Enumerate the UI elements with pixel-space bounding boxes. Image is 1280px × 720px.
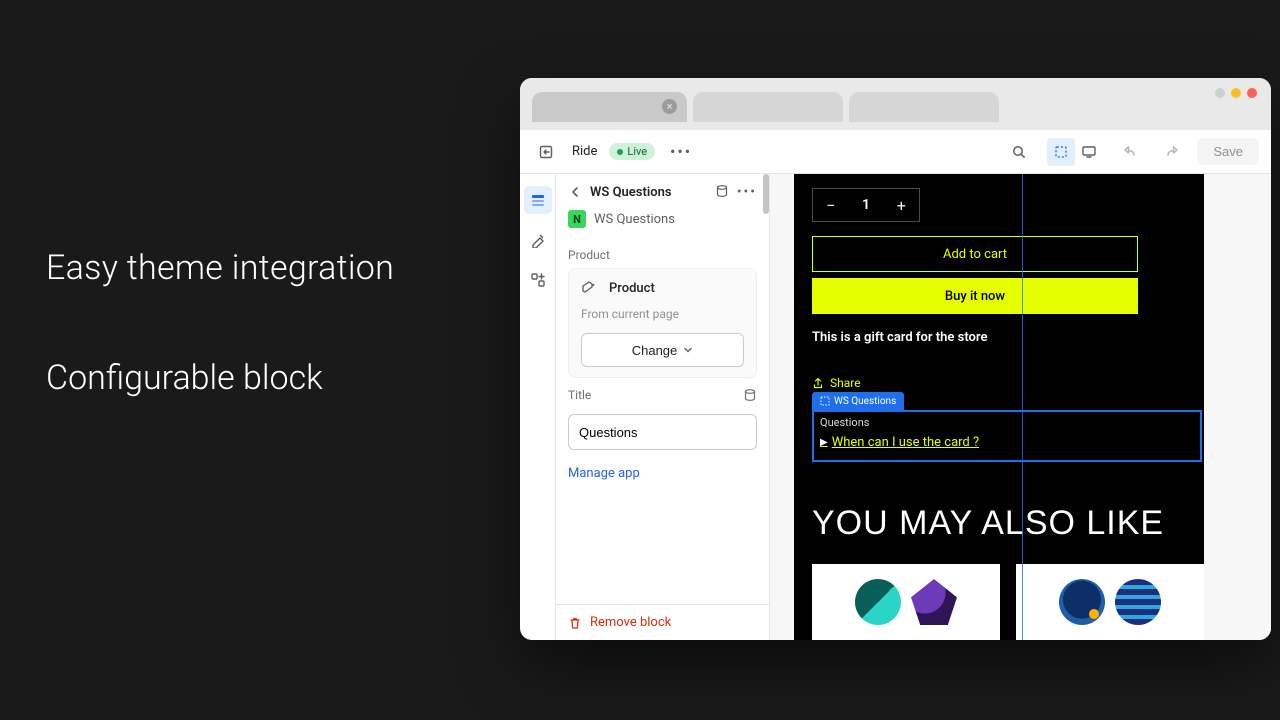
product-thumb-icon xyxy=(855,579,901,625)
change-product-button[interactable]: Change xyxy=(581,333,744,367)
product-description: This is a gift card for the store xyxy=(812,330,987,345)
app-window: × Ride Live ••• Save xyxy=(520,78,1271,640)
more-menu-button[interactable]: ••• xyxy=(667,138,695,166)
share-label: Share xyxy=(830,376,861,390)
save-button[interactable]: Save xyxy=(1197,138,1259,165)
remove-block-label: Remove block xyxy=(590,615,671,630)
product-card[interactable] xyxy=(812,564,1000,640)
section-title-text: Title xyxy=(568,388,591,402)
browser-tabstrip: × xyxy=(520,78,1271,130)
product-thumb-icon xyxy=(1059,579,1105,625)
alignment-guide xyxy=(1022,174,1023,640)
viewport-desktop-button[interactable] xyxy=(1075,138,1103,166)
section-label-title: Title xyxy=(556,378,769,408)
you-may-also-like-heading: YOU MAY ALSO LIKE xyxy=(812,504,1164,543)
search-button[interactable] xyxy=(1005,138,1033,166)
panel-scrollbar[interactable] xyxy=(763,174,769,604)
ws-questions-badge[interactable]: WS Questions xyxy=(812,392,904,410)
browser-tab[interactable] xyxy=(693,92,843,122)
window-close-icon[interactable] xyxy=(1247,88,1257,98)
panel-title: WS Questions xyxy=(590,185,707,200)
share-icon xyxy=(812,377,824,389)
product-picker-card: Product From current page Change xyxy=(568,268,757,378)
window-minimize-icon[interactable] xyxy=(1215,88,1225,98)
product-source-sub: From current page xyxy=(581,307,744,321)
undo-button[interactable] xyxy=(1117,138,1145,166)
product-thumb-icon xyxy=(911,579,957,625)
ws-badge-label: WS Questions xyxy=(834,396,896,407)
rail-sections-button[interactable] xyxy=(524,186,552,214)
tab-close-icon[interactable]: × xyxy=(662,99,677,114)
preview-device: − 1 + Add to cart Buy it now This is a g… xyxy=(794,174,1204,640)
viewport-mobile-button[interactable] xyxy=(1047,138,1075,166)
theme-name: Ride xyxy=(572,144,597,159)
database-icon[interactable] xyxy=(715,184,729,200)
question-item[interactable]: When can I use the card ? xyxy=(820,435,1194,450)
remove-block-button[interactable]: Remove block xyxy=(556,604,769,640)
browser-tab[interactable] xyxy=(849,92,999,122)
product-card[interactable] xyxy=(1016,564,1204,640)
app-source-row[interactable]: N WS Questions xyxy=(556,208,769,238)
live-badge: Live xyxy=(609,143,655,160)
quantity-stepper[interactable]: − 1 + xyxy=(812,188,920,222)
questions-heading: Questions xyxy=(820,416,1194,429)
viewport-switcher xyxy=(1045,136,1105,168)
block-icon xyxy=(820,396,830,406)
change-label: Change xyxy=(632,343,678,358)
buy-now-button[interactable]: Buy it now xyxy=(812,278,1138,314)
left-rail xyxy=(520,174,556,640)
window-maximize-icon[interactable] xyxy=(1231,88,1241,98)
product-icon xyxy=(581,279,599,297)
app-logo-icon: N xyxy=(568,210,586,228)
exit-editor-button[interactable] xyxy=(532,138,560,166)
product-name: Product xyxy=(609,281,655,296)
back-button[interactable] xyxy=(568,185,582,199)
app-source-name: WS Questions xyxy=(594,212,675,227)
ws-questions-block[interactable]: Questions When can I use the card ? xyxy=(812,410,1202,462)
product-thumb-icon xyxy=(1115,579,1161,625)
rail-theme-settings-button[interactable] xyxy=(524,226,552,254)
rail-app-embeds-button[interactable] xyxy=(524,266,552,294)
window-controls xyxy=(1215,88,1257,98)
settings-panel: WS Questions ••• N WS Questions Product … xyxy=(556,174,770,640)
panel-header: WS Questions ••• xyxy=(556,174,769,208)
marketing-line-1: Easy theme integration xyxy=(46,248,486,288)
section-label-product: Product xyxy=(556,238,769,268)
qty-value: 1 xyxy=(848,189,883,221)
title-input[interactable] xyxy=(568,414,757,450)
panel-more-button[interactable]: ••• xyxy=(737,184,757,200)
caret-down-icon xyxy=(683,345,693,355)
browser-tab-active[interactable]: × xyxy=(532,92,687,122)
editor-toolbar: Ride Live ••• Save xyxy=(520,130,1271,174)
share-button[interactable]: Share xyxy=(812,376,861,390)
trash-icon xyxy=(568,616,582,630)
dynamic-source-icon[interactable] xyxy=(743,388,757,402)
preview-area: − 1 + Add to cart Buy it now This is a g… xyxy=(770,174,1271,640)
qty-plus-button[interactable]: + xyxy=(884,189,919,221)
marketing-text: Easy theme integration Configurable bloc… xyxy=(46,248,486,398)
marketing-line-2: Configurable block xyxy=(46,358,486,398)
add-to-cart-button[interactable]: Add to cart xyxy=(812,236,1138,272)
manage-app-link[interactable]: Manage app xyxy=(568,466,757,481)
qty-minus-button[interactable]: − xyxy=(813,189,848,221)
redo-button[interactable] xyxy=(1157,138,1185,166)
dots-icon: ••• xyxy=(670,142,692,161)
